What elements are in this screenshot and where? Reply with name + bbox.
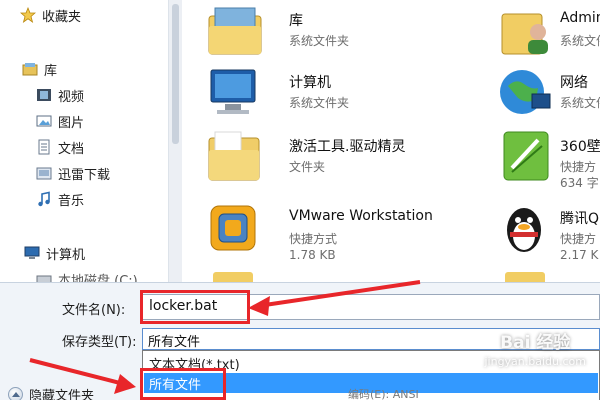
- filename-label: 文件名(N):: [62, 303, 126, 318]
- file-name: 激活工具.驱动精灵: [289, 139, 406, 155]
- network-globe-icon: [500, 70, 551, 114]
- nav-item-label: 迅雷下载: [58, 167, 111, 183]
- nav-item-label: 音乐: [58, 193, 85, 209]
- nav-item-label: 收藏夹: [42, 9, 82, 25]
- nav-item-computer[interactable]: 计算机: [24, 242, 85, 264]
- nav-item-video[interactable]: 视频: [36, 84, 84, 106]
- file-name: 360壁: [560, 139, 600, 155]
- watermark-url: jingyan.baidu.com: [484, 355, 586, 368]
- pictures-icon: [36, 115, 52, 127]
- watermark-brand: Bai 经验: [500, 333, 571, 353]
- nav-item-label: 本地磁盘 (C:): [58, 273, 138, 283]
- hide-folders-label: 隐藏文件夹: [29, 389, 95, 400]
- file-name: 计算机: [289, 75, 331, 91]
- encoding-value: ANSI: [392, 388, 419, 400]
- nav-item-local-disk[interactable]: 本地磁盘 (C:): [36, 268, 138, 282]
- encoding-label: 编码(E):: [348, 388, 390, 400]
- nav-item-pictures[interactable]: 图片: [36, 110, 84, 132]
- highlight-box-filename: [140, 290, 250, 324]
- drive-icon: [36, 275, 52, 282]
- file-name: 库: [289, 13, 303, 29]
- file-tile[interactable]: 腾讯Q 快捷方 2.17 K: [498, 200, 600, 262]
- nav-item-documents[interactable]: 文档: [36, 136, 84, 158]
- file-size: 1.78 KB: [289, 248, 336, 262]
- user-folder-icon: [501, 13, 548, 55]
- file-name: VMware Workstation: [289, 208, 433, 224]
- file-name: 网络: [560, 75, 588, 91]
- file-tile[interactable]: Admin 系统文件夹: [498, 2, 600, 64]
- folder-icon: [208, 131, 260, 181]
- file-type: 文件夹: [289, 160, 326, 174]
- file-type: 系统文件夹: [289, 34, 350, 48]
- nav-item-label: 视频: [58, 89, 85, 105]
- file-size: 2.17 K: [560, 248, 599, 262]
- folder-icon: [213, 272, 253, 282]
- nav-item-label: 图片: [58, 115, 85, 131]
- file-tile[interactable]: VMware Workstation 快捷方式 1.78 KB: [205, 200, 495, 262]
- file-tile[interactable]: 激活工具.驱动精灵 文件夹: [205, 128, 495, 190]
- file-name: Admin: [560, 10, 600, 26]
- nav-item-favorites[interactable]: 收藏夹: [20, 4, 81, 26]
- hide-folders-button[interactable]: 隐藏文件夹: [8, 385, 94, 400]
- music-icon: [38, 191, 50, 207]
- baidu-watermark: Bai 经验 jingyan.baidu.com: [484, 328, 586, 368]
- video-icon: [37, 89, 51, 101]
- computer-icon: [210, 69, 256, 114]
- library-folder-icon: [208, 7, 262, 55]
- vmware-icon: [210, 205, 256, 251]
- file-type: 系统文件夹: [289, 96, 350, 110]
- folder-icon: [505, 272, 545, 282]
- library-icon: [22, 63, 38, 76]
- file-type: 快捷方: [560, 232, 597, 246]
- nav-item-label: 文档: [58, 141, 85, 157]
- nav-item-downloads[interactable]: 迅雷下载: [36, 162, 110, 184]
- nav-item-label: 库: [44, 63, 58, 79]
- file-tile[interactable]: 库 系统文件夹: [205, 2, 495, 64]
- collapse-arrow-icon: [8, 387, 23, 400]
- file-tile[interactable]: 计算机 系统文件夹: [205, 64, 495, 126]
- nav-scrollbar[interactable]: [168, 0, 182, 282]
- file-type: 快捷方: [560, 160, 597, 174]
- 360-wallpaper-icon: [503, 131, 549, 181]
- file-name: 腾讯Q: [560, 211, 600, 227]
- scrollbar-thumb[interactable]: [172, 4, 179, 144]
- nav-item-label: 计算机: [46, 247, 86, 263]
- file-type: 快捷方式: [289, 232, 338, 246]
- file-list: 库 系统文件夹 Admin 系统文件夹 计算机 系统文件夹 网络 系统文件夹: [183, 0, 600, 282]
- file-type: 系统文件夹: [560, 34, 600, 48]
- file-type: 系统文件夹: [560, 96, 600, 110]
- computer-icon: [24, 246, 40, 259]
- file-tile[interactable]: 网络 系统文件夹: [498, 64, 600, 126]
- nav-item-library[interactable]: 库: [22, 58, 57, 80]
- star-icon: [20, 7, 36, 23]
- nav-item-music[interactable]: 音乐: [36, 188, 84, 210]
- navigation-pane: 收藏夹 库 视频 图片 文档 迅雷下载 音乐 计算机 本地磁盘 (C:): [0, 0, 182, 282]
- file-tile[interactable]: 360壁 快捷方 634 字: [498, 128, 600, 190]
- file-type-label: 保存类型(T):: [62, 335, 137, 350]
- encoding-label-obscured: 编码(E): ANSI: [343, 385, 543, 400]
- documents-icon: [38, 139, 50, 155]
- file-size: 634 字: [560, 176, 599, 190]
- qq-penguin-icon: [507, 208, 541, 252]
- download-icon: [36, 167, 52, 180]
- highlight-box-all-files: [140, 368, 226, 400]
